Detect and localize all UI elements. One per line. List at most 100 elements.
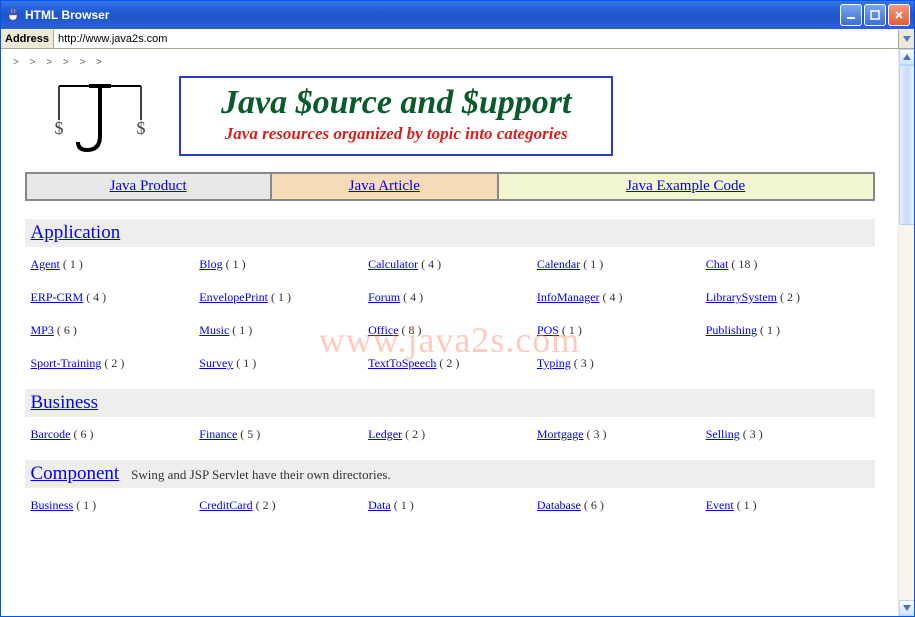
category-count: ( 3 ) <box>571 356 594 370</box>
category-link[interactable]: Ledger <box>368 427 402 441</box>
category-item: LibrarySystem ( 2 ) <box>706 290 869 305</box>
category-link[interactable]: MP3 <box>31 323 54 337</box>
category-count: ( 18 ) <box>728 257 757 271</box>
category-count: ( 1 ) <box>223 257 246 271</box>
scroll-thumb[interactable] <box>899 65 915 225</box>
category-link[interactable]: TextToSpeech <box>368 356 436 370</box>
category-link[interactable]: Finance <box>199 427 237 441</box>
category-item: Ledger ( 2 ) <box>368 427 531 442</box>
category-item: CreditCard ( 2 ) <box>199 498 362 513</box>
minimize-button[interactable] <box>840 4 862 26</box>
category-link[interactable]: CreditCard <box>199 498 252 512</box>
category-link[interactable]: Mortgage <box>537 427 584 441</box>
category-link[interactable]: Music <box>199 323 229 337</box>
category-item: ERP-CRM ( 4 ) <box>31 290 194 305</box>
category-count: ( 4 ) <box>418 257 441 271</box>
category-count: ( 1 ) <box>268 290 291 304</box>
category-count: ( 2 ) <box>253 498 276 512</box>
category-item: Typing ( 3 ) <box>537 356 700 371</box>
category-link[interactable]: ERP-CRM <box>31 290 84 304</box>
category-link[interactable]: Barcode <box>31 427 71 441</box>
maximize-button[interactable] <box>864 4 886 26</box>
category-item: Mortgage ( 3 ) <box>537 427 700 442</box>
category-link[interactable]: Event <box>706 498 734 512</box>
category-link[interactable]: Office <box>368 323 398 337</box>
category-count: ( 6 ) <box>70 427 93 441</box>
category-item: InfoManager ( 4 ) <box>537 290 700 305</box>
breadcrumb: > > > > > > <box>5 55 894 76</box>
window-title: HTML Browser <box>25 8 840 22</box>
vertical-scrollbar[interactable] <box>898 49 914 616</box>
category-item: Agent ( 1 ) <box>31 257 194 272</box>
scroll-up-button[interactable] <box>899 49 915 65</box>
category-item: Forum ( 4 ) <box>368 290 531 305</box>
nav-link-article[interactable]: Java Article <box>349 178 420 194</box>
category-link[interactable]: LibrarySystem <box>706 290 777 304</box>
category-item: Office ( 8 ) <box>368 323 531 338</box>
category-link[interactable]: Selling <box>706 427 740 441</box>
category-link[interactable]: Data <box>368 498 391 512</box>
section-note: Swing and JSP Servlet have their own dir… <box>131 467 390 483</box>
nav-link-example[interactable]: Java Example Code <box>626 178 745 194</box>
close-button[interactable] <box>888 4 910 26</box>
section-title-link[interactable]: Component <box>31 463 120 485</box>
java-cup-icon <box>5 7 21 23</box>
section-header: Component Swing and JSP Servlet have thei… <box>25 460 875 488</box>
section-header: Business <box>25 389 875 417</box>
address-dropdown-button[interactable] <box>898 30 914 48</box>
category-count: ( 8 ) <box>399 323 422 337</box>
category-link[interactable]: Calendar <box>537 257 580 271</box>
section: Application Agent ( 1 ) Blog ( 1 ) Calcul… <box>25 219 875 375</box>
category-link[interactable]: Forum <box>368 290 400 304</box>
category-grid: Agent ( 1 ) Blog ( 1 ) Calculator ( 4 ) … <box>25 247 875 375</box>
category-link[interactable]: Sport-Training <box>31 356 102 370</box>
category-link[interactable]: EnvelopePrint <box>199 290 268 304</box>
category-count: ( 1 ) <box>229 323 252 337</box>
page-content: www.java2s.com > > > > > > $ $ J <box>1 49 898 616</box>
category-item <box>706 356 869 371</box>
site-logo: $ $ <box>45 76 155 156</box>
category-count: ( 1 ) <box>73 498 96 512</box>
category-count: ( 2 ) <box>402 427 425 441</box>
category-count: ( 6 ) <box>54 323 77 337</box>
category-count: ( 1 ) <box>559 323 582 337</box>
section: Component Swing and JSP Servlet have thei… <box>25 460 875 517</box>
category-link[interactable]: Blog <box>199 257 222 271</box>
nav-link-product[interactable]: Java Product <box>110 178 187 194</box>
category-grid: Business ( 1 ) CreditCard ( 2 ) Data ( 1… <box>25 488 875 517</box>
category-link[interactable]: POS <box>537 323 559 337</box>
category-count: ( 2 ) <box>777 290 800 304</box>
category-item: Barcode ( 6 ) <box>31 427 194 442</box>
address-input[interactable] <box>54 30 898 48</box>
category-item: EnvelopePrint ( 1 ) <box>199 290 362 305</box>
section-title-link[interactable]: Application <box>31 222 121 244</box>
category-link[interactable]: Chat <box>706 257 729 271</box>
nav-table: Java Product Java Article Java Example C… <box>25 172 875 201</box>
section-title-link[interactable]: Business <box>31 392 99 414</box>
banner: Java $ource and $upport Java resources o… <box>179 76 613 156</box>
category-item: Publishing ( 1 ) <box>706 323 869 338</box>
category-count: ( 1 ) <box>391 498 414 512</box>
category-count: ( 2 ) <box>101 356 124 370</box>
category-count: ( 1 ) <box>60 257 83 271</box>
svg-text:$: $ <box>55 118 64 138</box>
window-buttons <box>840 4 910 26</box>
category-link[interactable]: Business <box>31 498 74 512</box>
category-item: Finance ( 5 ) <box>199 427 362 442</box>
titlebar[interactable]: HTML Browser <box>1 1 914 29</box>
category-link[interactable]: Agent <box>31 257 60 271</box>
scroll-track[interactable] <box>899 65 915 600</box>
address-bar: Address <box>1 29 914 49</box>
category-link[interactable]: Typing <box>537 356 571 370</box>
category-item: Music ( 1 ) <box>199 323 362 338</box>
category-item: Survey ( 1 ) <box>199 356 362 371</box>
category-count: ( 4 ) <box>83 290 106 304</box>
category-count: ( 6 ) <box>581 498 604 512</box>
category-link[interactable]: Database <box>537 498 581 512</box>
category-link[interactable]: Publishing <box>706 323 757 337</box>
category-link[interactable]: InfoManager <box>537 290 600 304</box>
category-link[interactable]: Survey <box>199 356 233 370</box>
scroll-down-button[interactable] <box>899 600 915 616</box>
category-link[interactable]: Calculator <box>368 257 418 271</box>
banner-subtitle: Java resources organized by topic into c… <box>221 124 571 144</box>
